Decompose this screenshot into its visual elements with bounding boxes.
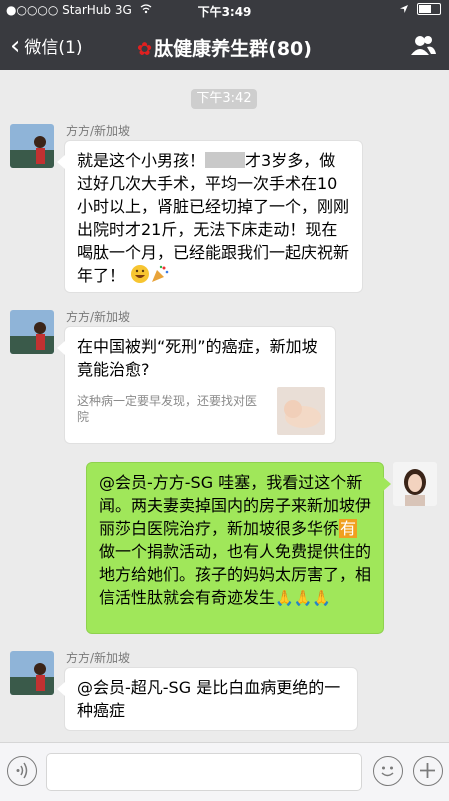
party-popper-icon — [150, 264, 170, 284]
link-card[interactable]: 在中国被判“死刑”的癌症，新加坡竟能治愈? 这种病一定要早发现，还要找对医院 — [57, 326, 336, 444]
chat-area[interactable]: 下午3:42 方方/新加坡 就是这个小男孩！ 才3岁多，做过好几次大手术，平均一次… — [0, 70, 449, 742]
highlighted-text: 有 — [339, 519, 358, 538]
chat-title: ✿ 肽健康养生群(80) — [0, 34, 449, 61]
own-message-bubble[interactable]: @会员-方方-SG 哇塞，我看过这个新闻。两夫妻卖掉国内的房子来新加坡伊丽莎白医… — [86, 462, 391, 634]
chat-title-text: 肽健康养生群(80) — [154, 38, 312, 60]
add-button[interactable] — [413, 756, 443, 786]
blurred-name — [205, 152, 246, 168]
voice-input-button[interactable] — [7, 756, 37, 786]
link-description: 这种病一定要早发现，还要找对医院 — [77, 394, 258, 424]
voice-input-icon — [16, 762, 28, 779]
group-logo-icon: ✿ — [137, 39, 153, 60]
message-input[interactable] — [46, 753, 362, 791]
battery-icon — [417, 3, 441, 15]
emoji-button[interactable] — [373, 756, 403, 786]
message-timestamp: 下午3:42 — [191, 89, 257, 109]
avatar[interactable] — [10, 124, 54, 168]
link-thumbnail — [277, 387, 325, 435]
grin-emoji-icon — [130, 264, 150, 284]
group-members-icon[interactable] — [409, 33, 437, 57]
nav-bar: ‹ 微信(1) ✿ 肽健康养生群(80) — [0, 22, 449, 70]
avatar[interactable] — [10, 651, 54, 695]
sender-name: 方方/新加坡 — [66, 310, 131, 324]
sender-name: 方方/新加坡 — [66, 651, 131, 665]
input-bar — [0, 742, 449, 801]
emoji-icon — [381, 766, 394, 777]
status-bar: ●○○○○ StarHub 3G 下午3:49 — [0, 0, 449, 22]
link-title: 在中国被判“死刑”的癌症，新加坡竟能治愈? — [77, 337, 318, 379]
pray-emoji-icon: 🙏🙏🙏 — [275, 589, 332, 607]
sender-name: 方方/新加坡 — [66, 124, 131, 138]
message-bubble[interactable]: 就是这个小男孩！ 才3岁多，做过好几次大手术，平均一次手术在10小时以上，肾脏已经… — [57, 140, 363, 293]
message-bubble[interactable]: @会员-超凡-SG 是比白血病更绝的一种癌症 — [57, 667, 358, 731]
status-time: 下午3:49 — [197, 5, 252, 19]
own-avatar[interactable] — [393, 462, 437, 506]
add-plus-icon — [420, 763, 435, 778]
avatar[interactable] — [10, 310, 54, 354]
location-arrow-icon — [399, 3, 413, 17]
